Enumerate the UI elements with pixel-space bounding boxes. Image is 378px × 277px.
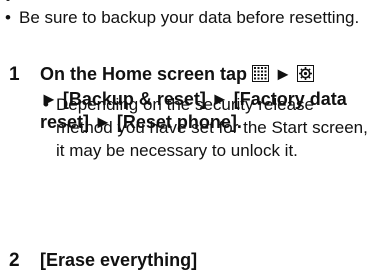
cut-off-line-fragment [6, 0, 12, 2]
step-number: 1 [9, 64, 20, 85]
step-2: 2 [Erase everything] [5, 249, 375, 275]
note-bullet: • [5, 8, 11, 27]
settings-icon [296, 65, 314, 88]
step-instruction: [Erase everything] [40, 250, 198, 270]
sub-note-text: Depending on the security release method… [56, 95, 368, 160]
note-text: Be sure to backup your data before reset… [19, 8, 360, 27]
apps-grid-icon [252, 65, 270, 88]
arrow-icon: ► [274, 64, 292, 84]
instruction-prefix: On the Home screen tap [40, 64, 248, 84]
sub-note-bullet: • [43, 95, 49, 114]
step-number: 2 [9, 250, 20, 271]
